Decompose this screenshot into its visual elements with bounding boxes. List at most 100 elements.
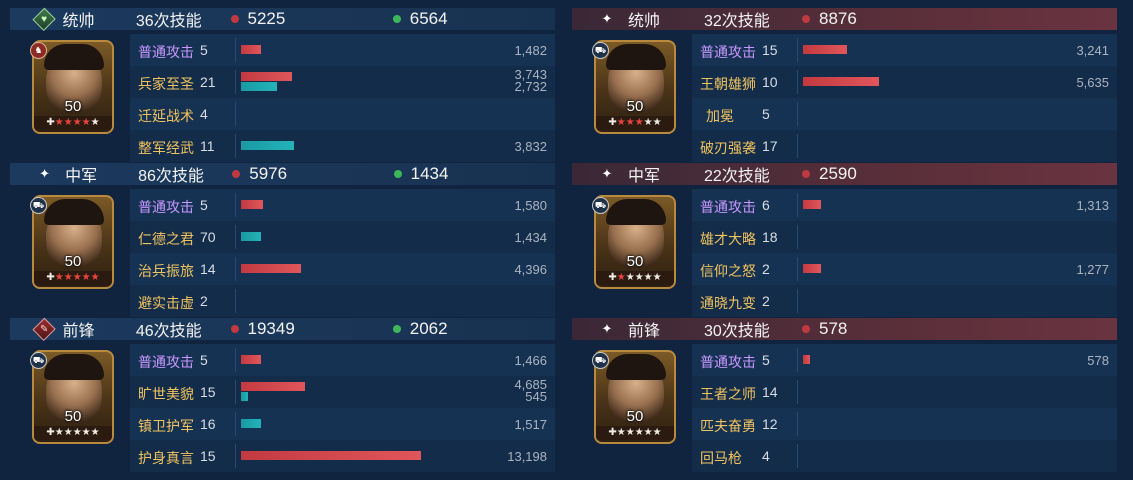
row-divider <box>235 225 236 249</box>
star-rating: ✚★★★★★ <box>596 271 674 285</box>
skill-level: 2 <box>762 293 770 309</box>
skill-level: 4 <box>762 448 770 464</box>
row-divider <box>797 412 798 436</box>
general-card[interactable]: ✦ 前锋 30次技能 578 ⛟ 50 ✚★★★★★ 普通攻击 5 578 王者之师 14 匹夫奋勇 12… <box>572 310 1117 472</box>
skill-level: 17 <box>762 138 778 154</box>
heal-dot-icon <box>392 15 401 23</box>
skill-row[interactable]: 普通攻击 5 1,580 <box>130 189 555 221</box>
star-rating: ✚★★★★★ <box>34 426 112 440</box>
general-card[interactable]: ✦ 中军 22次技能 2590 ⛟ 50 ✚★★★★★ 普通攻击 6 1,313 雄才大略 18 信仰之… <box>572 155 1117 317</box>
skill-level: 11 <box>200 138 215 154</box>
heal-total: 6564 <box>392 9 555 29</box>
damage-bar <box>803 200 821 209</box>
skill-level: 5 <box>762 106 770 122</box>
star-icon: ★ <box>63 117 73 128</box>
skill-name: 普通攻击 <box>700 44 756 60</box>
damage-bar <box>803 355 810 364</box>
sparkle-icon: ✦ <box>601 321 613 336</box>
skill-level: 14 <box>762 384 778 400</box>
skill-list: 普通攻击 5 578 王者之师 14 匹夫奋勇 12 回马枪 4 <box>692 344 1117 472</box>
right-team-panel: ✦ 统帅 32次技能 8876 ⛟ 50 ✚★★★★★ 普通攻击 15 3,241 王朝雄狮 10 5,… <box>572 0 1117 480</box>
skill-row[interactable]: 旷世美貌 15 4,685 545 <box>130 376 555 408</box>
skill-row[interactable]: 普通攻击 15 3,241 <box>692 34 1117 66</box>
skill-row[interactable]: 普通攻击 5 578 <box>692 344 1117 376</box>
skill-row[interactable]: 仁德之君 70 1,434 <box>130 221 555 253</box>
skill-level: 5 <box>200 352 208 368</box>
row-divider <box>235 380 236 404</box>
skill-list: 普通攻击 5 1,580 仁德之君 70 1,434 治兵振旅 14 4,396 避实击虚 2 <box>130 189 555 317</box>
star-icon: ★ <box>643 272 653 283</box>
plus-icon: ✚ <box>608 272 617 283</box>
skill-level: 16 <box>200 416 216 432</box>
skill-level: 5 <box>200 42 208 58</box>
skill-name: 镇卫护军 <box>138 418 194 434</box>
heal-bar <box>241 141 294 150</box>
skill-value: 5,635 <box>1076 75 1109 90</box>
skill-value: 4,396 <box>514 262 547 277</box>
general-hair-image <box>44 354 104 380</box>
skill-row[interactable]: 普通攻击 6 1,313 <box>692 189 1117 221</box>
skill-value: 1,277 <box>1076 262 1109 277</box>
plus-icon: ✚ <box>46 272 55 283</box>
skill-level: 4 <box>200 106 208 122</box>
skill-value: 545 <box>525 389 547 404</box>
star-icon: ★ <box>63 272 73 283</box>
general-level: 50 <box>626 408 644 425</box>
star-icon: ★ <box>634 272 644 283</box>
skill-row[interactable]: 雄才大略 18 <box>692 221 1117 253</box>
skill-level: 21 <box>200 74 216 90</box>
skill-row[interactable]: 加冕 5 <box>692 98 1117 130</box>
general-card[interactable]: ✦ 中军 86次技能 5976 1434 ⛟ 50 ✚★★★★★ 普通攻击 5 1,580 仁德之君 7… <box>10 155 555 317</box>
skill-name: 王者之师 <box>700 386 756 402</box>
skill-row[interactable]: 信仰之怒 2 1,277 <box>692 253 1117 285</box>
star-icon: ★ <box>616 117 626 128</box>
general-card[interactable]: ✎ 前锋 46次技能 19349 2062 ⛟ 50 ✚★★★★★ 普通攻击 5 1,466 旷世美貌… <box>10 310 555 472</box>
skill-level: 5 <box>200 197 208 213</box>
skill-row[interactable]: 普通攻击 5 1,482 <box>130 34 555 66</box>
skill-level: 70 <box>200 229 216 245</box>
skill-row[interactable]: 匹夫奋勇 12 <box>692 408 1117 440</box>
row-divider <box>235 444 236 468</box>
heal-total: 1434 <box>393 164 555 184</box>
general-hair-image <box>44 199 104 225</box>
skill-row[interactable]: 镇卫护军 16 1,517 <box>130 408 555 440</box>
damage-value: 19349 <box>247 319 295 338</box>
damage-bar <box>241 72 292 81</box>
skill-name: 普通攻击 <box>138 199 194 215</box>
row-divider <box>797 193 798 217</box>
skill-row[interactable]: 王朝雄狮 10 5,635 <box>692 66 1117 98</box>
skill-level: 14 <box>200 261 216 277</box>
general-card[interactable]: ♥ 统帅 36次技能 5225 6564 ♞ 50 ✚★★★★★ 普通攻击 5 1,482 兵家至圣 2… <box>10 0 555 162</box>
star-icon: ★ <box>625 427 635 438</box>
damage-dot-icon <box>230 325 239 333</box>
skill-value: 1,466 <box>514 353 547 368</box>
vehicle-badge-icon: ⛟ <box>592 352 609 369</box>
skill-row[interactable]: 回马枪 4 <box>692 440 1117 472</box>
general-hair-image <box>606 44 666 70</box>
star-icon: ★ <box>652 117 662 128</box>
skill-row[interactable]: 迁延战术 4 <box>130 98 555 130</box>
damage-bar <box>241 382 305 391</box>
heal-dot-icon <box>392 325 401 333</box>
skill-name: 旷世美貌 <box>138 386 194 402</box>
skill-level: 15 <box>200 448 216 464</box>
damage-bar <box>803 77 879 86</box>
skill-name: 王朝雄狮 <box>700 76 756 92</box>
damage-bar <box>241 45 261 54</box>
skill-name: 普通攻击 <box>138 354 194 370</box>
skill-name: 加冕 <box>706 108 734 124</box>
skill-row[interactable]: 治兵振旅 14 4,396 <box>130 253 555 285</box>
general-level: 50 <box>64 408 82 425</box>
general-card[interactable]: ✦ 统帅 32次技能 8876 ⛟ 50 ✚★★★★★ 普通攻击 15 3,241 王朝雄狮 10 5,… <box>572 0 1117 162</box>
row-divider <box>235 70 236 94</box>
skill-list: 普通攻击 5 1,466 旷世美貌 15 4,685 545 镇卫护军 16 1,517 护身真言 1… <box>130 344 555 472</box>
skill-value: 1,434 <box>514 230 547 245</box>
skill-row[interactable]: 护身真言 15 13,198 <box>130 440 555 472</box>
sparkle-icon: ✦ <box>601 166 613 181</box>
skill-row[interactable]: 普通攻击 5 1,466 <box>130 344 555 376</box>
general-level: 50 <box>64 98 82 115</box>
skill-row[interactable]: 王者之师 14 <box>692 376 1117 408</box>
skill-list: 普通攻击 15 3,241 王朝雄狮 10 5,635 加冕 5 破刃强袭 17 <box>692 34 1117 162</box>
skill-row[interactable]: 兵家至圣 21 3,743 2,732 <box>130 66 555 98</box>
skill-value: 1,482 <box>514 43 547 58</box>
